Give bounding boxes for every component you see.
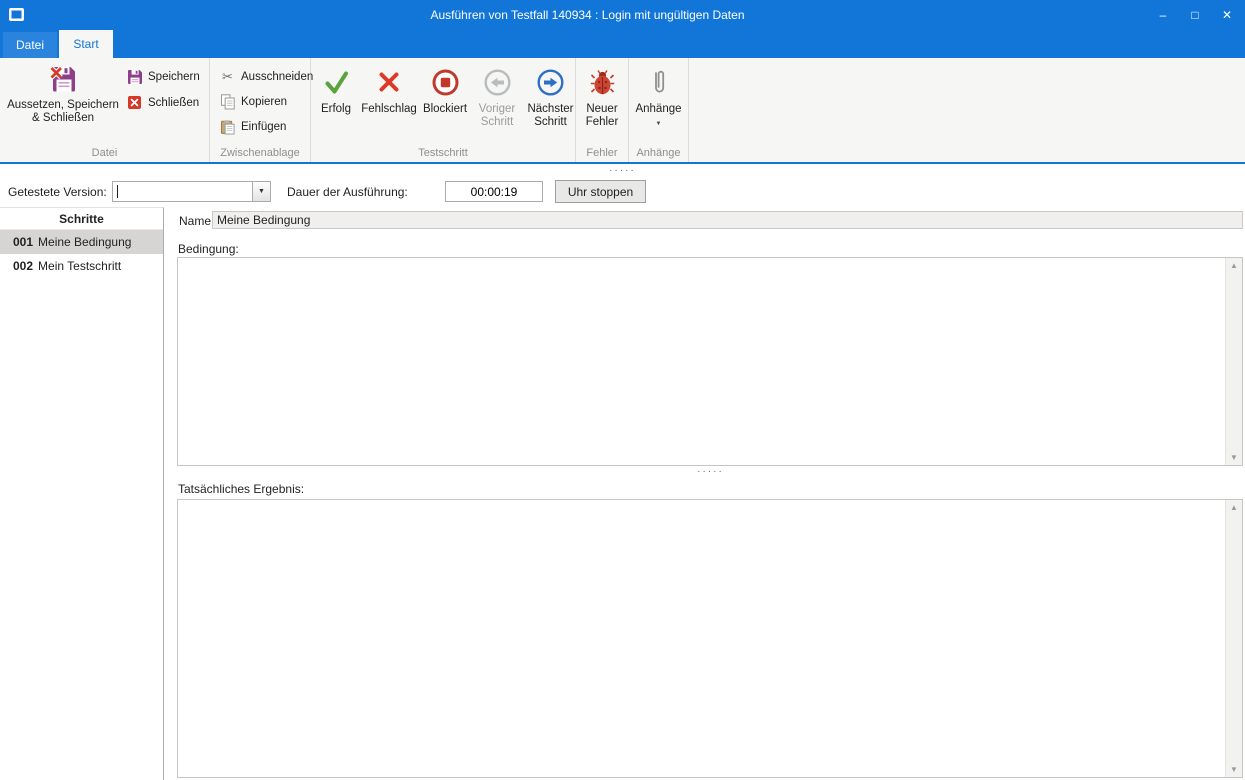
- ribbon-group-zwischenablage: ✂ Ausschneiden Kopieren: [210, 58, 311, 162]
- blocked-label: Blockiert: [423, 103, 467, 116]
- next-step-button[interactable]: Nächster Schritt: [523, 63, 578, 129]
- condition-scrollbar[interactable]: ▲ ▼: [1225, 258, 1242, 465]
- paste-icon: [219, 118, 236, 135]
- duration-label: Dauer der Ausführung:: [287, 185, 408, 199]
- minimize-button[interactable]: –: [1147, 0, 1179, 30]
- actual-result-label: Tatsächliches Ergebnis:: [178, 482, 304, 496]
- scroll-down-icon[interactable]: ▼: [1226, 450, 1242, 465]
- tested-version-dropdown-button[interactable]: ▼: [252, 182, 270, 201]
- ribbon-group-testschritt: Erfolg Fehlschlag Blocki: [311, 58, 576, 162]
- suspend-save-close-label: Aussetzen, Speichern & Schließen: [2, 99, 124, 125]
- paperclip-icon: [651, 66, 667, 98]
- condition-field: ▲ ▼: [177, 257, 1243, 466]
- title-bar: Ausführen von Testfall 140934 : Login mi…: [0, 0, 1245, 30]
- actual-result-scrollbar[interactable]: ▲ ▼: [1225, 500, 1242, 777]
- scroll-down-icon[interactable]: ▼: [1226, 762, 1242, 777]
- suspend-save-close-button[interactable]: Aussetzen, Speichern & Schließen: [2, 62, 124, 125]
- chevron-down-icon: ▼: [258, 188, 265, 195]
- paste-label: Einfügen: [241, 121, 286, 133]
- tab-start[interactable]: Start: [59, 30, 113, 58]
- ribbon: Aussetzen, Speichern & Schließen Speiche…: [0, 58, 1245, 164]
- condition-label: Bedingung:: [178, 242, 239, 256]
- previous-step-icon: [484, 66, 511, 98]
- fail-label: Fehlschlag: [361, 103, 417, 116]
- blocked-stop-icon: [431, 66, 460, 98]
- next-step-label: Nächster Schritt: [523, 103, 578, 129]
- scroll-up-icon[interactable]: ▲: [1226, 500, 1242, 515]
- paste-button[interactable]: Einfügen: [219, 118, 313, 135]
- group-label-anhaenge: Anhänge: [629, 147, 688, 159]
- success-label: Erfolg: [321, 103, 351, 116]
- ribbon-tab-bar: Datei Start: [0, 30, 1245, 58]
- duration-input[interactable]: [445, 181, 543, 202]
- previous-step-label: Voriger Schritt: [471, 103, 523, 129]
- copy-label: Kopieren: [241, 96, 287, 108]
- save-label: Speichern: [148, 71, 200, 83]
- step-label: Mein Testschritt: [38, 259, 121, 273]
- ribbon-group-datei: Aussetzen, Speichern & Schließen Speiche…: [0, 58, 210, 162]
- new-error-button[interactable]: Neuer Fehler: [576, 63, 628, 129]
- group-label-zwischenablage: Zwischenablage: [210, 147, 310, 159]
- tested-version-input[interactable]: [114, 183, 250, 200]
- cut-button[interactable]: ✂ Ausschneiden: [219, 68, 313, 85]
- step-item-002[interactable]: 002 Mein Testschritt: [0, 254, 163, 278]
- save-and-close-icon: [49, 64, 77, 94]
- tab-datei[interactable]: Datei: [3, 32, 57, 58]
- copy-icon: [219, 93, 236, 110]
- close-button[interactable]: ✕: [1211, 0, 1243, 30]
- fail-x-icon: [377, 66, 401, 98]
- attachments-dropdown-icon[interactable]: ▼: [656, 121, 662, 127]
- copy-button[interactable]: Kopieren: [219, 93, 313, 110]
- step-item-001[interactable]: 001 Meine Bedingung: [0, 230, 163, 254]
- text-cursor: [117, 185, 118, 198]
- file-small-buttons: Speichern Schließen: [126, 68, 200, 111]
- tested-version-combobox[interactable]: ▼: [112, 181, 271, 202]
- new-error-label: Neuer Fehler: [576, 103, 628, 129]
- cut-label: Ausschneiden: [241, 71, 313, 83]
- group-label-testschritt: Testschritt: [311, 147, 575, 159]
- content-splitter-handle[interactable]: ·····: [176, 468, 1245, 476]
- stop-clock-button[interactable]: Uhr stoppen: [555, 180, 646, 203]
- condition-textarea[interactable]: [178, 258, 1225, 465]
- save-button[interactable]: Speichern: [126, 68, 200, 85]
- steps-header: Schritte: [0, 208, 163, 230]
- actual-result-textarea[interactable]: [178, 500, 1225, 777]
- attachments-label: Anhänge: [635, 103, 681, 116]
- step-number: 002: [13, 259, 33, 273]
- success-button[interactable]: Erfolg: [313, 63, 359, 129]
- window-title: Ausführen von Testfall 140934 : Login mi…: [40, 0, 1135, 30]
- scissors-icon: ✂: [219, 68, 236, 85]
- close-file-button[interactable]: Schließen: [126, 94, 200, 111]
- close-file-icon: [126, 94, 143, 111]
- attachments-button[interactable]: Anhänge ▼: [629, 63, 688, 127]
- next-step-icon: [537, 66, 564, 98]
- ribbon-group-anhaenge: Anhänge ▼ Anhänge: [629, 58, 689, 162]
- ribbon-splitter-handle[interactable]: ·····: [0, 167, 1245, 175]
- save-icon: [126, 68, 143, 85]
- group-label-datei: Datei: [0, 147, 209, 159]
- name-input[interactable]: [212, 211, 1243, 229]
- bug-icon: [590, 66, 615, 98]
- ribbon-group-fehler: Neuer Fehler Fehler: [576, 58, 629, 162]
- group-label-fehler: Fehler: [576, 147, 628, 159]
- step-number: 001: [13, 235, 33, 249]
- steps-panel: Schritte 001 Meine Bedingung 002 Mein Te…: [0, 207, 164, 780]
- close-file-label: Schließen: [148, 97, 199, 109]
- name-label: Name:: [179, 214, 214, 228]
- blocked-button[interactable]: Blockiert: [419, 63, 471, 129]
- window-controls: – □ ✕: [1147, 0, 1243, 30]
- actual-result-field: ▲ ▼: [177, 499, 1243, 778]
- previous-step-button[interactable]: Voriger Schritt: [471, 63, 523, 129]
- fail-button[interactable]: Fehlschlag: [359, 63, 419, 129]
- tested-version-label: Getestete Version:: [8, 185, 107, 199]
- maximize-button[interactable]: □: [1179, 0, 1211, 30]
- success-check-icon: [323, 66, 350, 98]
- app-icon: [8, 7, 26, 23]
- scroll-up-icon[interactable]: ▲: [1226, 258, 1242, 273]
- ribbon-empty-area: [689, 58, 1245, 162]
- step-label: Meine Bedingung: [38, 235, 131, 249]
